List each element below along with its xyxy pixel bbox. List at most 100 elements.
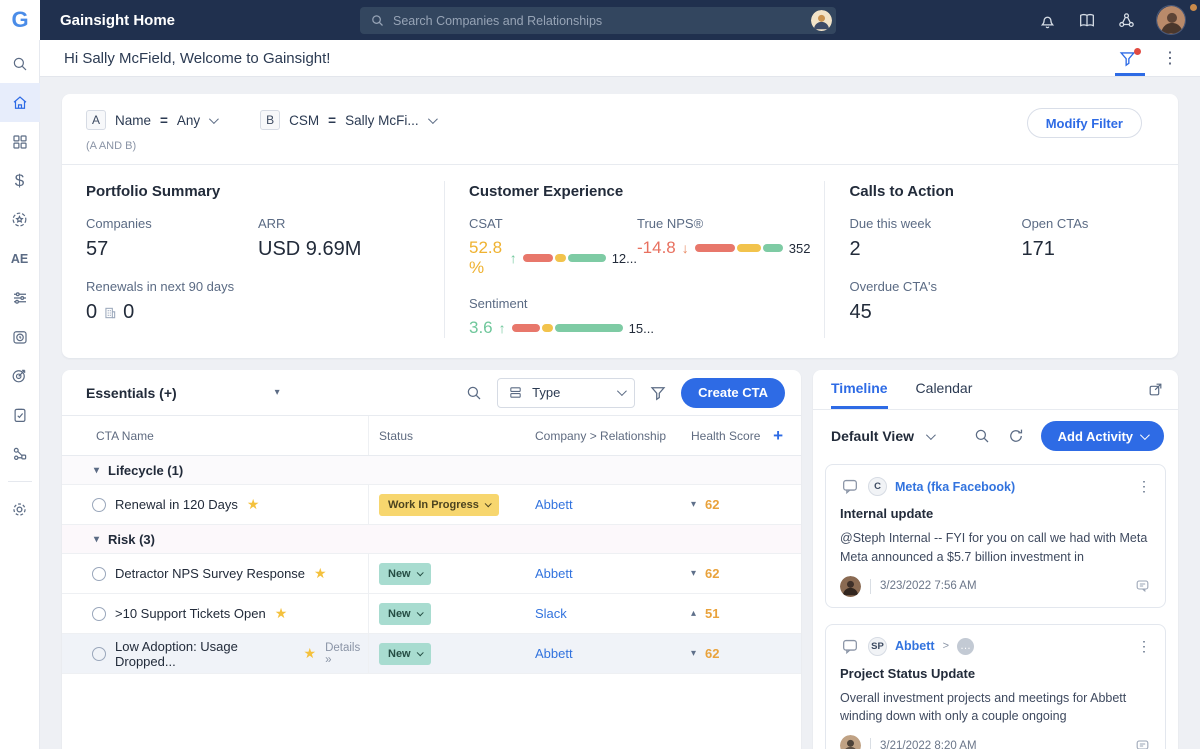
cta-complete-radio[interactable]	[92, 607, 106, 621]
search-avatar[interactable]	[811, 10, 832, 31]
expand-external-link-icon[interactable]	[1147, 381, 1164, 398]
entry-kebab-menu[interactable]: ⋮	[1137, 478, 1151, 495]
details-link[interactable]: Details »	[325, 642, 368, 666]
entry-author-avatar[interactable]	[840, 576, 861, 597]
org-network-icon[interactable]	[1117, 11, 1136, 30]
timeline-entry[interactable]: SP Abbett > … ⋮ Project Status Update Ov…	[825, 624, 1166, 749]
cta-view-selector[interactable]: Essentials (+) ▾	[86, 385, 280, 401]
col-cta-name[interactable]: CTA Name	[62, 416, 369, 455]
col-company[interactable]: Company > Relationship	[525, 429, 685, 443]
priority-star-icon[interactable]: ★	[247, 496, 260, 513]
score-trend-icon[interactable]: ▴	[691, 608, 696, 619]
cta-complete-radio[interactable]	[92, 498, 106, 512]
app-root: G Gainsight Home $ AE	[0, 0, 1200, 749]
entry-author-avatar[interactable]	[840, 735, 861, 749]
rule-b-value[interactable]: Sally McFi...	[345, 113, 419, 128]
left-sidebar: $ AE	[0, 40, 40, 749]
knowledge-book-icon[interactable]	[1077, 11, 1097, 30]
relationship-more-chip[interactable]: …	[957, 638, 974, 655]
priority-star-icon[interactable]: ★	[314, 565, 327, 582]
timeline-entries: C Meta (fka Facebook) ⋮ Internal update …	[813, 460, 1178, 749]
cta-name[interactable]: Low Adoption: Usage Dropped...	[115, 639, 295, 669]
csat-distribution-bar	[523, 254, 606, 262]
csat-value: 52.8 %	[469, 238, 504, 278]
comment-icon[interactable]	[1134, 738, 1151, 749]
notifications-bell-icon[interactable]	[1038, 11, 1057, 30]
cta-row[interactable]: >10 Support Tickets Open ★ New Slack ▴ 5…	[62, 594, 801, 634]
priority-star-icon[interactable]: ★	[275, 605, 288, 622]
sidebar-search-icon[interactable]	[0, 44, 40, 83]
search-input[interactable]	[393, 14, 803, 28]
entry-company-link[interactable]: Meta (fka Facebook)	[895, 480, 1015, 494]
priority-star-icon[interactable]: ★	[304, 645, 317, 662]
cta-view-label: Essentials (+)	[86, 385, 177, 401]
tab-calendar[interactable]: Calendar	[916, 370, 973, 409]
cta-row[interactable]: Renewal in 120 Days ★ Work In Progress A…	[62, 485, 801, 525]
sidebar-journey-icon[interactable]	[0, 434, 40, 473]
status-badge[interactable]: New	[379, 603, 431, 625]
sidebar-success-badge-icon[interactable]	[0, 200, 40, 239]
timeline-view-selector[interactable]: Default View	[831, 428, 933, 444]
filter-rule-a[interactable]: A Name = Any	[86, 110, 216, 130]
cta-name[interactable]: Renewal in 120 Days	[115, 497, 238, 512]
sidebar-goals-target-icon[interactable]	[0, 356, 40, 395]
cta-search-icon[interactable]	[465, 384, 483, 402]
entry-title[interactable]: Internal update	[840, 506, 1151, 521]
modify-filter-button[interactable]: Modify Filter	[1027, 108, 1142, 138]
group-row-lifecycle[interactable]: ▾ Lifecycle (1)	[62, 456, 801, 485]
cta-name[interactable]: >10 Support Tickets Open	[115, 606, 266, 621]
add-column-button[interactable]: +	[773, 426, 783, 446]
timeline-entry[interactable]: C Meta (fka Facebook) ⋮ Internal update …	[825, 464, 1166, 608]
status-badge[interactable]: New	[379, 563, 431, 585]
col-health-label[interactable]: Health Score	[691, 429, 760, 443]
score-trend-icon[interactable]: ▾	[691, 499, 696, 510]
type-filter-dropdown[interactable]: Type	[497, 378, 635, 408]
cta-filter-funnel-icon[interactable]	[649, 384, 667, 402]
sidebar-filters-icon[interactable]	[0, 278, 40, 317]
company-link[interactable]: Abbett	[535, 646, 573, 661]
sidebar-dashboards-icon[interactable]	[0, 122, 40, 161]
cta-table-header: CTA Name Status Company > Relationship H…	[62, 416, 801, 456]
status-badge[interactable]: New	[379, 643, 431, 665]
cta-complete-radio[interactable]	[92, 567, 106, 581]
cta-row[interactable]: Detractor NPS Survey Response ★ New Abbe…	[62, 554, 801, 594]
tab-timeline[interactable]: Timeline	[831, 370, 888, 409]
filter-rule-b[interactable]: B CSM = Sally McFi...	[260, 110, 434, 130]
sidebar-timeline-clock-icon[interactable]	[0, 317, 40, 356]
score-trend-icon[interactable]: ▾	[691, 648, 696, 659]
add-activity-button[interactable]: Add Activity	[1041, 421, 1164, 451]
score-trend-icon[interactable]: ▾	[691, 568, 696, 579]
company-link[interactable]: Abbett	[535, 566, 573, 581]
top-bar: G Gainsight Home	[0, 0, 1200, 40]
timeline-search-icon[interactable]	[973, 427, 991, 445]
rule-a-value[interactable]: Any	[177, 113, 200, 128]
sidebar-admin-gear-icon[interactable]	[0, 490, 40, 529]
create-cta-button[interactable]: Create CTA	[681, 378, 785, 408]
gainsight-logo[interactable]: G	[0, 0, 40, 40]
status-badge[interactable]: Work In Progress	[379, 494, 499, 516]
sidebar-home-icon[interactable]	[0, 83, 40, 122]
status-label: New	[388, 648, 411, 660]
user-avatar[interactable]	[1156, 5, 1186, 35]
comment-icon[interactable]	[1134, 578, 1151, 594]
page-kebab-menu[interactable]: ⋮	[1150, 48, 1190, 68]
group-row-risk[interactable]: ▾ Risk (3)	[62, 525, 801, 554]
entry-kebab-menu[interactable]: ⋮	[1137, 638, 1151, 655]
refresh-icon[interactable]	[1007, 427, 1025, 445]
caret-down-icon: ▾	[94, 534, 99, 545]
sidebar-surveys-clipboard-icon[interactable]	[0, 395, 40, 434]
page-filter-button[interactable]	[1105, 40, 1150, 76]
entry-title[interactable]: Project Status Update	[840, 666, 1151, 681]
cta-name[interactable]: Detractor NPS Survey Response	[115, 566, 305, 581]
col-status[interactable]: Status	[369, 429, 525, 443]
cta-row[interactable]: Low Adoption: Usage Dropped... ★ Details…	[62, 634, 801, 674]
entry-company-link[interactable]: Abbett	[895, 639, 935, 653]
sidebar-revenue-icon[interactable]: $	[0, 161, 40, 200]
sidebar-ae-item[interactable]: AE	[0, 239, 40, 278]
cta-complete-radio[interactable]	[92, 647, 106, 661]
due-this-week-value: 2	[849, 238, 1021, 261]
company-link[interactable]: Slack	[535, 606, 567, 621]
global-search[interactable]	[360, 7, 836, 34]
app-title: Gainsight Home	[60, 12, 175, 29]
company-link[interactable]: Abbett	[535, 497, 573, 512]
